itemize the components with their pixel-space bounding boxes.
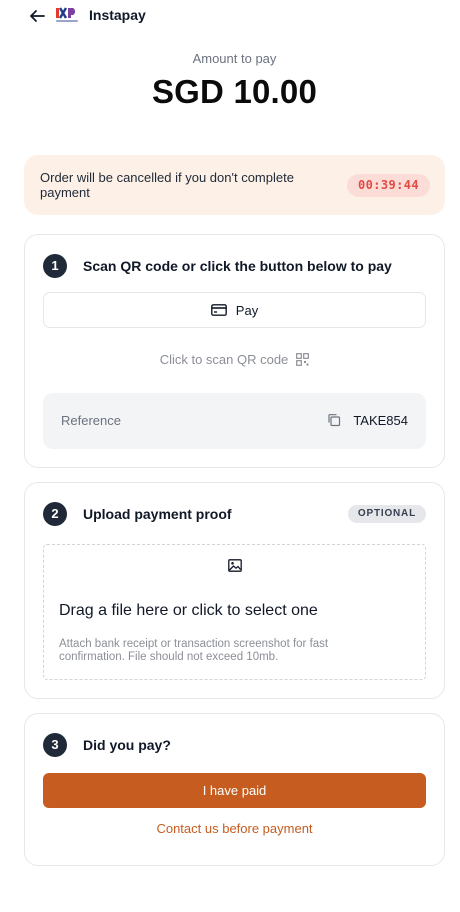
reference-value: TAKE854 xyxy=(353,413,408,428)
pay-button-label: Pay xyxy=(235,302,259,318)
warning-message: Order will be cancelled if you don't com… xyxy=(40,170,294,200)
app-title: Instapay xyxy=(89,7,146,23)
scan-qr-label: Click to scan QR code xyxy=(159,352,289,367)
step-3-card: 3 Did you pay? I have paid Contact us be… xyxy=(24,713,445,866)
i-have-paid-button[interactable]: I have paid xyxy=(43,773,426,808)
step-3-number: 3 xyxy=(43,733,67,757)
optional-badge: OPTIONAL xyxy=(347,505,426,523)
step-2-number: 2 xyxy=(43,502,67,526)
step-1-number: 1 xyxy=(43,254,67,278)
amount-value: SGD 10.00 xyxy=(151,73,318,110)
dropzone-hint: Attach bank receipt or transaction scree… xyxy=(59,638,329,663)
contact-us-link[interactable]: Contact us before payment xyxy=(25,821,444,836)
step-2-card: 2 Upload payment proof OPTIONAL Drag a f… xyxy=(24,482,445,699)
step-3-title: Did you pay? xyxy=(83,737,171,753)
dropzone-title: Drag a file here or click to select one xyxy=(59,602,318,619)
reference-box: Reference TAKE854 xyxy=(43,393,426,449)
qr-code-icon xyxy=(296,353,310,366)
step-1-card: 1 Scan QR code or click the button below… xyxy=(24,234,445,468)
amount-label: Amount to pay xyxy=(192,51,277,66)
step-1-title: Scan QR code or click the button below t… xyxy=(83,258,392,274)
instapay-logo xyxy=(56,7,78,22)
credit-card-icon xyxy=(210,304,227,316)
file-dropzone[interactable]: Drag a file here or click to select one … xyxy=(43,544,426,680)
step-2-title: Upload payment proof xyxy=(83,506,232,522)
copy-icon[interactable] xyxy=(327,413,341,427)
pay-button[interactable]: Pay xyxy=(43,292,426,328)
arrow-left-icon[interactable] xyxy=(28,8,46,24)
top-bar: Instapay xyxy=(0,0,460,32)
cancellation-warning: Order will be cancelled if you don't com… xyxy=(24,155,445,215)
scan-qr-link[interactable]: Click to scan QR code xyxy=(25,352,444,367)
reference-label: Reference xyxy=(61,413,121,428)
image-icon xyxy=(228,559,242,572)
countdown-timer: 00:39:44 xyxy=(347,174,430,197)
